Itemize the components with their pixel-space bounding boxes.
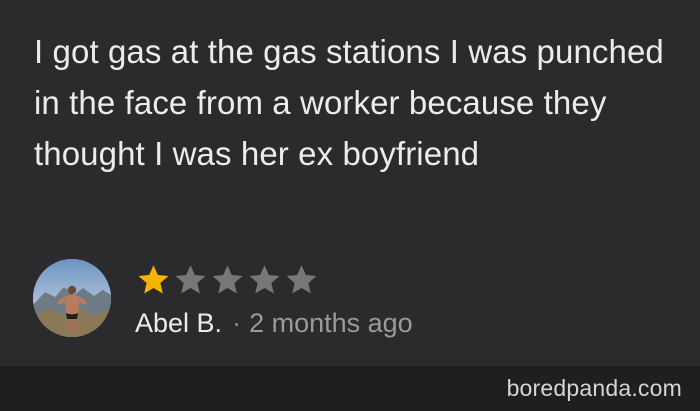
watermark: boredpanda.com [506,375,682,401]
avatar-photo-icon [33,259,111,337]
star-rating [135,262,320,298]
empty-star-icon [175,265,206,294]
meta-separator: · [232,308,242,338]
avatar[interactable] [33,259,111,337]
review-text: I got gas at the gas stations I was punc… [34,33,664,172]
empty-star-icon [286,265,317,294]
filled-star-icon [138,265,169,294]
review-card: I got gas at the gas stations I was punc… [0,0,700,366]
empty-star-icon [249,265,280,294]
author-name[interactable]: Abel B. [135,308,222,338]
review-meta: Abel B. · 2 months ago [135,306,413,340]
review-time: 2 months ago [249,308,413,338]
empty-star-icon [212,265,243,294]
